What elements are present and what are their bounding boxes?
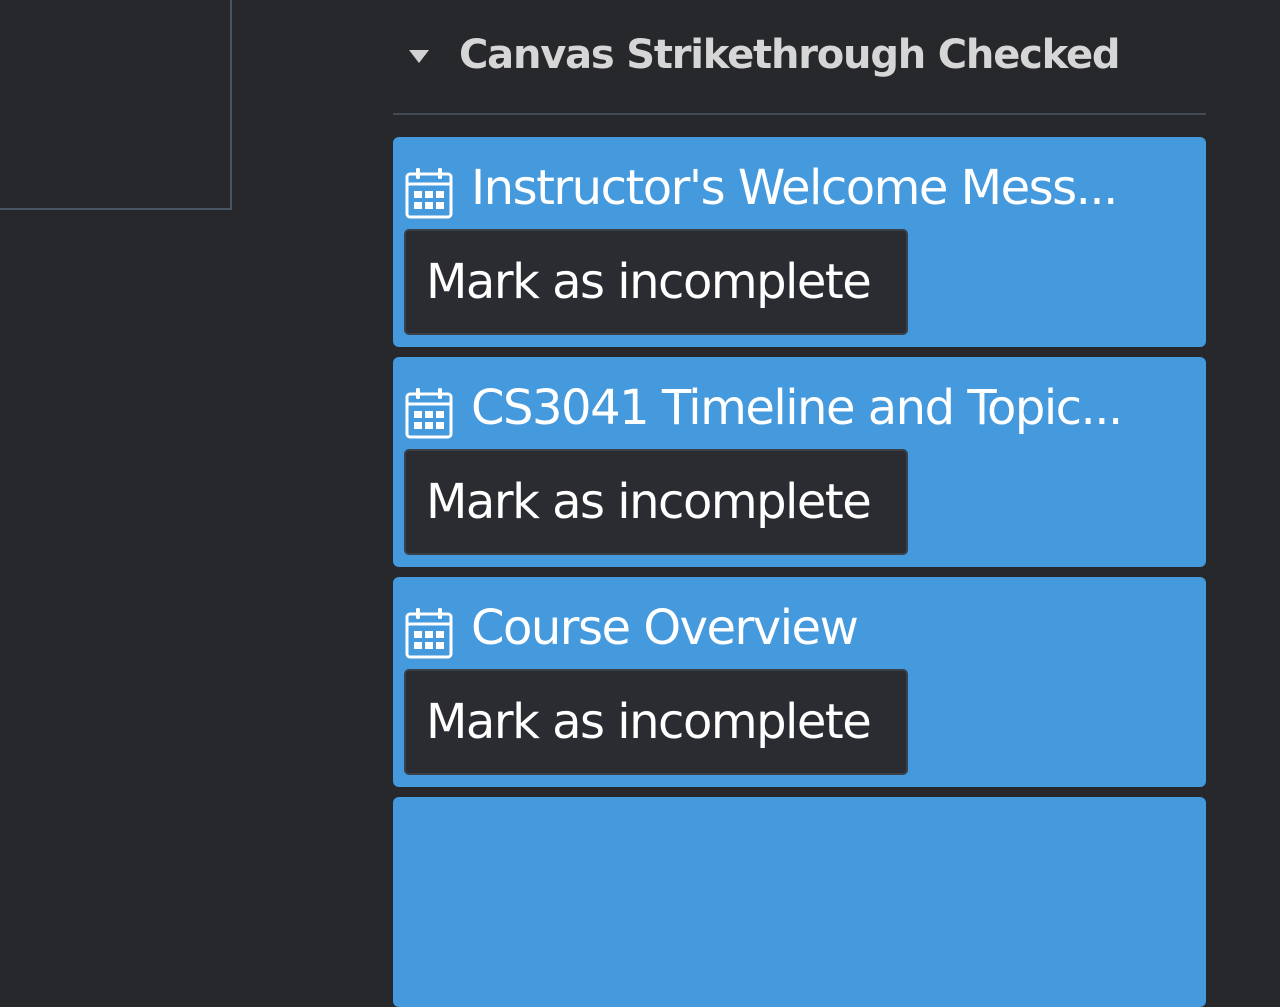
calendar-icon	[405, 608, 453, 659]
section-divider	[393, 113, 1206, 115]
section-header-toggle[interactable]: Canvas Strikethrough Checked	[393, 26, 1206, 86]
mark-as-incomplete-button[interactable]: Mark as incomplete	[404, 669, 908, 775]
item-title[interactable]: Course Overview	[471, 595, 859, 661]
calendar-icon	[405, 388, 453, 439]
item-title[interactable]: CS3041 Timeline and Topic...	[471, 375, 1123, 441]
caret-down-icon[interactable]	[409, 50, 429, 63]
item-title[interactable]: Instructor's Welcome Mess...	[471, 155, 1118, 221]
module-item[interactable]	[393, 797, 1206, 1007]
module-item[interactable]: Instructor's Welcome Mess... Mark as inc…	[393, 137, 1206, 347]
module-section: Canvas Strikethrough Checked Instructor'…	[393, 0, 1206, 1007]
calendar-icon	[405, 168, 453, 219]
module-item[interactable]: CS3041 Timeline and Topic... Mark as inc…	[393, 357, 1206, 567]
mark-as-incomplete-button[interactable]: Mark as incomplete	[404, 449, 908, 555]
module-item[interactable]: Course Overview Mark as incomplete	[393, 577, 1206, 787]
side-panel-frame	[0, 0, 232, 210]
mark-as-incomplete-button[interactable]: Mark as incomplete	[404, 229, 908, 335]
section-title: Canvas Strikethrough Checked	[459, 32, 1121, 78]
